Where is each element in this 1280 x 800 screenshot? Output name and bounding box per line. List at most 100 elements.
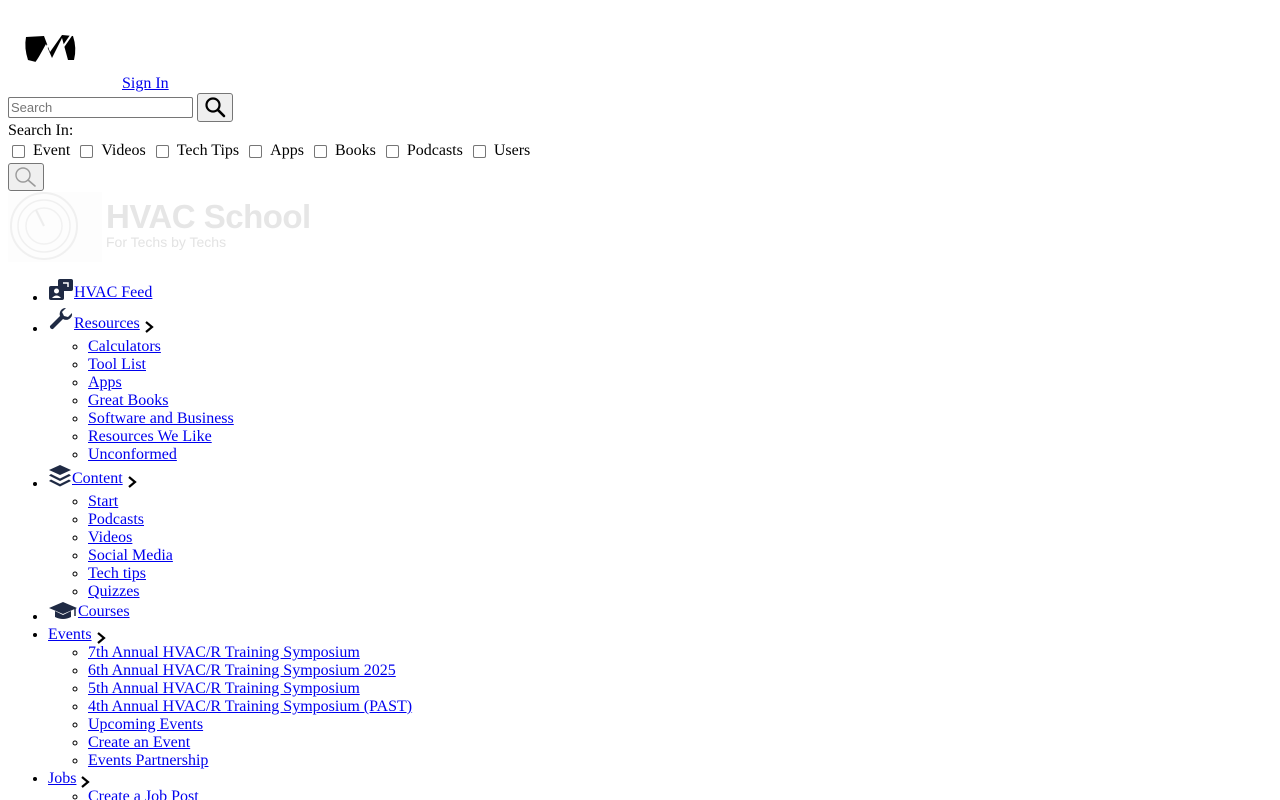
submenu-item: Unconformed bbox=[88, 446, 1272, 464]
chevron-right-icon[interactable] bbox=[80, 776, 91, 788]
content-videos-link[interactable]: Videos bbox=[88, 529, 132, 546]
graduation-cap-icon bbox=[49, 602, 77, 619]
content-social-media-link[interactable]: Social Media bbox=[88, 547, 173, 564]
events-upcoming-link[interactable]: Upcoming Events bbox=[88, 716, 203, 733]
filter-apps[interactable]: Apps bbox=[245, 141, 304, 161]
nav-item-events: Events 7th Annual HVAC/R Training Sympos… bbox=[48, 626, 1272, 770]
nav-link-content[interactable]: Content bbox=[72, 470, 123, 488]
filter-label: Videos bbox=[101, 142, 146, 159]
filter-tech-tips[interactable]: Tech Tips bbox=[152, 141, 239, 161]
submenu-item: Tool List bbox=[88, 356, 1272, 374]
search-icon bbox=[15, 167, 36, 187]
nav-link-resources[interactable]: Resources bbox=[74, 315, 140, 333]
submenu-item: Start bbox=[88, 493, 1272, 511]
submenu-item: Software and Business bbox=[88, 410, 1272, 428]
submenu-item: Create a Job Post bbox=[88, 788, 1272, 800]
submenu-item: 5th Annual HVAC/R Training Symposium bbox=[88, 680, 1272, 698]
submenu-item: Upcoming Events bbox=[88, 716, 1272, 734]
filter-label: Apps bbox=[270, 142, 304, 159]
nav-item-feed: HVAC Feed bbox=[48, 278, 1272, 307]
content-start-link[interactable]: Start bbox=[88, 493, 118, 510]
events-7th-symposium-link[interactable]: 7th Annual HVAC/R Training Symposium bbox=[88, 644, 360, 661]
home-link[interactable] bbox=[8, 72, 104, 88]
filter-checkbox[interactable] bbox=[80, 144, 94, 158]
filter-checkbox[interactable] bbox=[249, 144, 263, 158]
content-quizzes-link[interactable]: Quizzes bbox=[88, 583, 140, 600]
filter-checkbox[interactable] bbox=[385, 144, 399, 158]
nav-item-jobs: Jobs Create a Job Post bbox=[48, 770, 1272, 800]
gauge-logo-icon bbox=[8, 192, 102, 262]
filter-label: Books bbox=[334, 142, 376, 159]
main-nav: HVAC Feed Resources Calculators Tool Lis… bbox=[8, 278, 1272, 800]
submenu-item: 4th Annual HVAC/R Training Symposium (PA… bbox=[88, 698, 1272, 716]
nav-item-content: Content Start Podcasts Videos Social Med… bbox=[48, 464, 1272, 601]
filter-label: Podcasts bbox=[406, 142, 463, 159]
resources-tool-list-link[interactable]: Tool List bbox=[88, 356, 146, 373]
resources-unconformed-link[interactable]: Unconformed bbox=[88, 446, 177, 463]
chevron-right-icon[interactable] bbox=[127, 476, 137, 488]
submenu-item: Resources We Like bbox=[88, 428, 1272, 446]
chevron-right-icon[interactable] bbox=[96, 632, 106, 644]
site-logo-icon[interactable] bbox=[22, 30, 82, 66]
filter-label: Tech Tips bbox=[176, 142, 240, 159]
jobs-submenu: Create a Job Post bbox=[48, 788, 1272, 800]
chevron-right-icon[interactable] bbox=[144, 321, 154, 333]
layers-icon bbox=[49, 465, 71, 487]
page: Sign In Search Search In: Event Videos T… bbox=[0, 0, 1280, 800]
filter-checkbox[interactable] bbox=[12, 144, 25, 158]
brand-title: HVAC School bbox=[106, 198, 311, 235]
filter-books[interactable]: Books bbox=[310, 141, 376, 161]
filter-checkbox[interactable] bbox=[313, 144, 327, 158]
events-6th-symposium-link[interactable]: 6th Annual HVAC/R Training Symposium 202… bbox=[88, 662, 396, 679]
filter-podcasts[interactable]: Podcasts bbox=[382, 141, 463, 161]
content-submenu: Start Podcasts Videos Social Media Tech … bbox=[48, 493, 1272, 601]
content-podcasts-link[interactable]: Podcasts bbox=[88, 511, 144, 528]
search-row: Search bbox=[8, 92, 1272, 122]
events-4th-symposium-link[interactable]: 4th Annual HVAC/R Training Symposium (PA… bbox=[88, 698, 412, 715]
submenu-item: Events Partnership bbox=[88, 752, 1272, 770]
submenu-item: Quizzes bbox=[88, 583, 1272, 601]
filter-videos[interactable]: Videos bbox=[76, 141, 146, 161]
resources-apps-link[interactable]: Apps bbox=[88, 374, 122, 391]
search-input[interactable]: Search bbox=[8, 96, 193, 118]
events-partnership-link[interactable]: Events Partnership bbox=[88, 752, 208, 769]
submit-search-button[interactable] bbox=[8, 163, 44, 191]
nav-link-feed[interactable]: HVAC Feed bbox=[74, 284, 152, 302]
resources-software-link[interactable]: Software and Business bbox=[88, 410, 234, 427]
nav-item-resources: Resources Calculators Tool List Apps Gre… bbox=[48, 307, 1272, 464]
submenu-item: Great Books bbox=[88, 392, 1272, 410]
search-icon bbox=[205, 97, 226, 118]
submenu-item: Calculators bbox=[88, 338, 1272, 356]
submenu-item: Videos bbox=[88, 529, 1272, 547]
resources-great-books-link[interactable]: Great Books bbox=[88, 392, 168, 409]
filter-checkbox[interactable] bbox=[155, 144, 169, 158]
events-submenu: 7th Annual HVAC/R Training Symposium 6th… bbox=[48, 644, 1272, 770]
brand-logo[interactable]: HVAC School For Techs by Techs bbox=[8, 192, 314, 262]
top-bar: Sign In bbox=[8, 0, 1272, 92]
search-in-label: Search In: bbox=[8, 122, 74, 139]
nav-link-events[interactable]: Events bbox=[48, 626, 92, 644]
events-5th-symposium-link[interactable]: 5th Annual HVAC/R Training Symposium bbox=[88, 680, 360, 697]
nav-link-jobs[interactable]: Jobs bbox=[48, 770, 76, 788]
resources-calculators-link[interactable]: Calculators bbox=[88, 338, 161, 355]
filter-checkbox[interactable] bbox=[472, 144, 486, 158]
content-tech-tips-link[interactable]: Tech tips bbox=[88, 565, 146, 582]
filter-event[interactable]: Event bbox=[8, 141, 70, 161]
filter-label: Users bbox=[493, 142, 531, 159]
resources-we-like-link[interactable]: Resources We Like bbox=[88, 428, 212, 445]
wrench-icon bbox=[49, 307, 73, 330]
submenu-item: Podcasts bbox=[88, 511, 1272, 529]
search-filters: Event Videos Tech Tips Apps Books Podcas… bbox=[8, 140, 1272, 162]
filter-label: Event bbox=[33, 142, 71, 159]
nav-item-courses: Courses bbox=[48, 601, 1272, 626]
submenu-item: Apps bbox=[88, 374, 1272, 392]
submenu-item: Create an Event bbox=[88, 734, 1272, 752]
resources-submenu: Calculators Tool List Apps Great Books S… bbox=[48, 338, 1272, 464]
search-button[interactable] bbox=[197, 92, 233, 122]
events-create-link[interactable]: Create an Event bbox=[88, 734, 190, 751]
submenu-item: 6th Annual HVAC/R Training Symposium 202… bbox=[88, 662, 1272, 680]
nav-link-courses[interactable]: Courses bbox=[78, 603, 130, 621]
filter-users[interactable]: Users bbox=[469, 141, 530, 161]
sign-in-link[interactable]: Sign In bbox=[122, 75, 169, 92]
jobs-create-post-link[interactable]: Create a Job Post bbox=[88, 788, 199, 800]
